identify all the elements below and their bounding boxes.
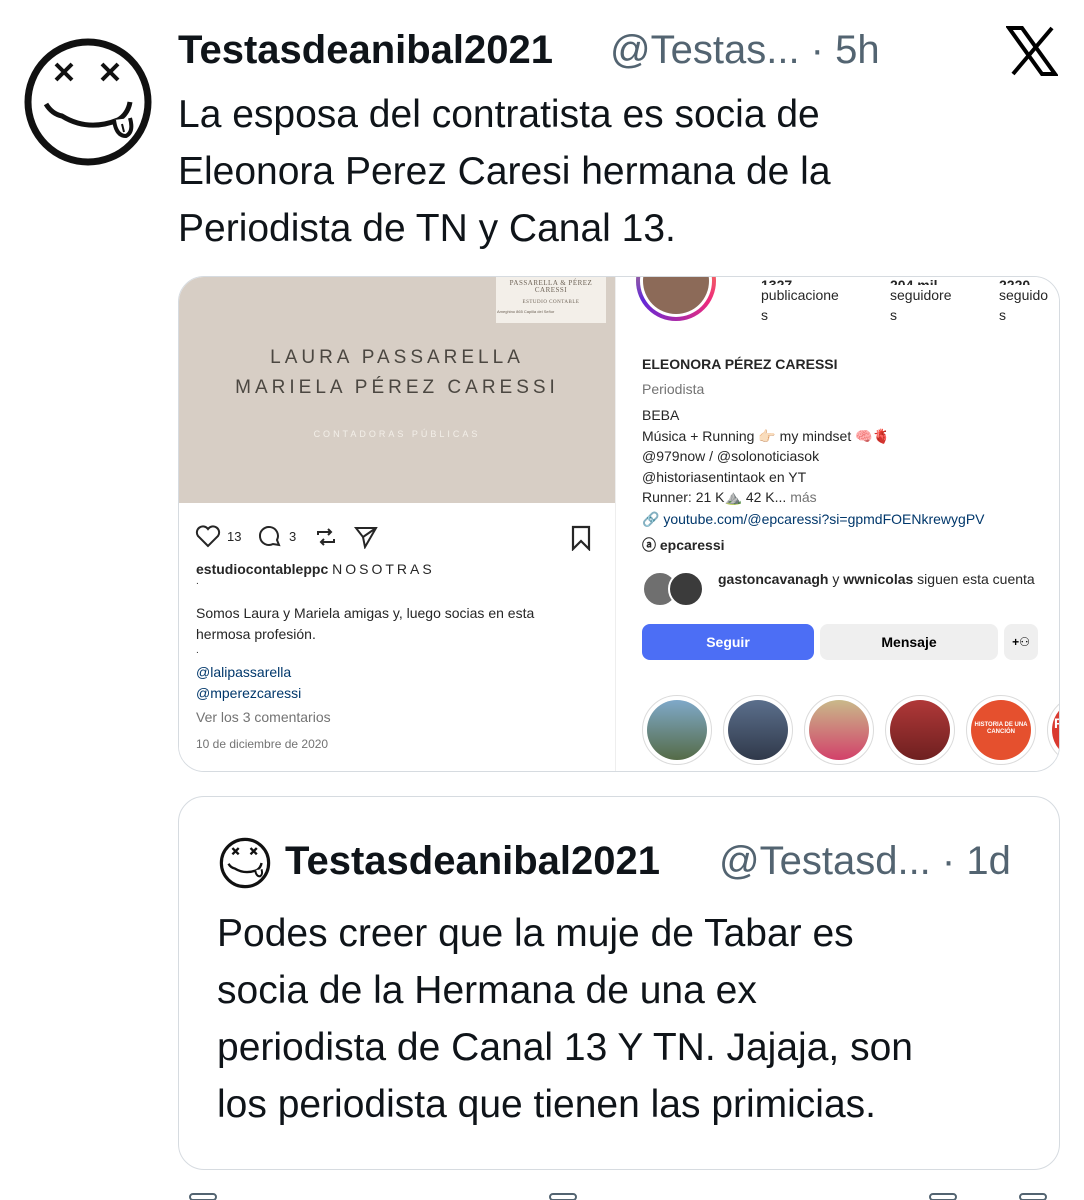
tweet-time: 5h [835,28,880,72]
stat-number: 2220 [999,277,1031,285]
likes-count: 13 [227,529,242,544]
banner-address: Ameghino 865 Capilla del Señor [497,309,555,314]
quote-author-handle: @Testasd... [719,839,931,883]
banner-logo: PASSARELLA & PÉREZ CARESSI ESTUDIO CONTA… [496,277,606,323]
quote-text: Podes creer que la muje de Tabar es soci… [217,905,1037,1133]
bio-more-link[interactable]: más [790,489,816,505]
bio-line: Música + Running 👉🏻 my mindset 🧠🫀 [642,427,890,444]
post-body-dot: . [196,645,199,656]
banner-logo-sub: ESTUDIO CONTABLE [522,300,580,305]
bio-line-text: Runner: 21 K⛰️ 42 K... [642,489,787,505]
repost-icon[interactable] [313,525,339,549]
post-mentions: @lalipassarella @mperezcaressi [196,662,301,704]
post-caption-title: NOSOTRAS [332,561,435,577]
post-caption: estudiocontableppc NOSOTRAS . [196,561,606,587]
quote-text-line: socia de la Hermana de una ex [217,969,757,1012]
instagram-post-screenshot: PASSARELLA & PÉREZ CARESSI ESTUDIO CONTA… [179,277,615,771]
followed-by-connector: y [828,571,844,587]
quote-tweet[interactable]: Testasdeanibal2021 @Testasd... · 1d Pode… [178,796,1060,1170]
stat-posts: 1327 publicacione s [761,277,861,325]
caption-dot: . [196,576,199,587]
tweet-media[interactable]: PASSARELLA & PÉREZ CARESSI ESTUDIO CONTA… [178,276,1060,772]
profile-picture [636,277,716,321]
stat-label: s [890,307,897,323]
banner-name-2: MARIELA PÉREZ CARESSI [235,377,559,398]
banner-name-1: LAURA PASSARELLA [270,347,524,368]
message-button[interactable]: Mensaje [820,624,998,660]
story-highlight[interactable]: R [1047,695,1059,765]
followed-by-user[interactable]: wwnicolas [843,571,913,587]
story-highlight[interactable] [804,695,874,765]
stat-followers: 204 mil seguidore s [890,277,990,325]
comment-icon[interactable] [257,525,283,549]
x-logo-icon[interactable] [1006,26,1058,76]
threads-link[interactable]: ⓐ epcaressi [642,535,725,555]
quote-author-name[interactable]: Testasdeanibal2021 [285,839,660,884]
quote-text-line: los periodista que tienen las primicias. [217,1083,877,1126]
stat-label: s [761,307,768,323]
post-username[interactable]: estudiocontableppc [196,561,328,577]
author-handle: @Testas... [610,28,800,72]
author-name[interactable]: Testasdeanibal2021 [178,28,553,73]
followed-by-text: gastoncavanagh y wwnicolas siguen esta c… [718,569,1048,589]
post-body-line: Somos Laura y Mariela amigas y, luego so… [196,605,535,621]
followed-by-user[interactable]: gastoncavanagh [718,571,828,587]
tweet-text-line: Eleonora Perez Caresi hermana de la [178,150,831,193]
highlight-label: R [1054,716,1059,730]
heart-icon[interactable] [195,525,221,549]
stat-label: seguidore [890,287,952,303]
follow-button[interactable]: Seguir [642,624,814,660]
tweet-text: La esposa del contratista es socia de El… [178,86,1058,257]
mention-link[interactable]: @lalipassarella [196,662,301,683]
story-highlight[interactable] [723,695,793,765]
stat-number: 1327 [761,277,793,285]
story-highlight[interactable] [885,695,955,765]
profile-bio: BEBA Música + Running 👉🏻 my mindset 🧠🫀 @… [642,405,1052,508]
suggest-user-button[interactable]: +⚇ [1004,624,1038,660]
quote-time: 1d [966,839,1011,883]
instagram-profile-screenshot: 1327 publicacione s 204 mil seguidore s … [616,277,1059,771]
quote-handle-time[interactable]: @Testasd... · 1d [719,839,1011,884]
profile-link[interactable]: 🔗 youtube.com/@epcaressi?si=gpmdFOENkrew… [642,511,985,528]
avatar [668,571,704,607]
stat-following: 2220 seguido s [999,277,1059,325]
mutual-follower-avatars [642,571,714,607]
mention-link[interactable]: @mperezcaressi [196,683,301,704]
banner-subtitle: CONTADORAS PÚBLICAS [313,429,481,439]
bio-line: @979now / @solonoticiasok [642,448,820,464]
story-highlight[interactable]: HISTORIA DE UNA CANCIÓN [966,695,1036,765]
share-icon[interactable] [353,525,379,549]
stat-number: 204 mil [890,277,938,285]
view-comments-link[interactable]: Ver los 3 comentarios [196,709,331,725]
tweet-action-bar-partial [189,1193,1047,1200]
story-highlight[interactable] [642,695,712,765]
tweet-text-line: Periodista de TN y Canal 13. [178,207,676,250]
author-handle-time[interactable]: @Testas... · 5h [610,28,880,73]
avatar-smiley-icon[interactable] [22,36,154,168]
post-banner-image: PASSARELLA & PÉREZ CARESSI ESTUDIO CONTA… [179,277,615,503]
post-date: 10 de diciembre de 2020 [196,737,329,751]
stat-label: publicacione [761,287,839,303]
tweet-text-line: La esposa del contratista es socia de [178,93,820,136]
bio-line: Runner: 21 K⛰️ 42 K... más [642,487,1052,508]
profile-name: ELEONORA PÉREZ CARESSI [642,356,838,372]
banner-logo-text: PASSARELLA & PÉREZ CARESSI [509,279,593,294]
followed-by-rest: siguen esta cuenta [913,571,1035,587]
bio-line: @historiasentintaok en YT [642,468,807,485]
bio-line: BEBA [642,407,680,423]
stat-label: s [999,307,1006,323]
stat-label: seguido [999,287,1049,303]
highlight-label: HISTORIA DE UNA CANCIÓN [974,722,1028,735]
profile-category: Periodista [642,381,705,397]
bookmark-icon[interactable] [569,525,593,551]
post-body: Somos Laura y Mariela amigas y, luego so… [196,603,606,657]
post-body-line: hermosa profesión. [196,626,316,642]
quote-text-line: periodista de Canal 13 Y TN. Jajaja, son [217,1026,913,1069]
quote-avatar-smiley-icon[interactable] [219,837,271,889]
quote-text-line: Podes creer que la muje de Tabar es [217,912,854,955]
comments-count: 3 [289,529,297,544]
